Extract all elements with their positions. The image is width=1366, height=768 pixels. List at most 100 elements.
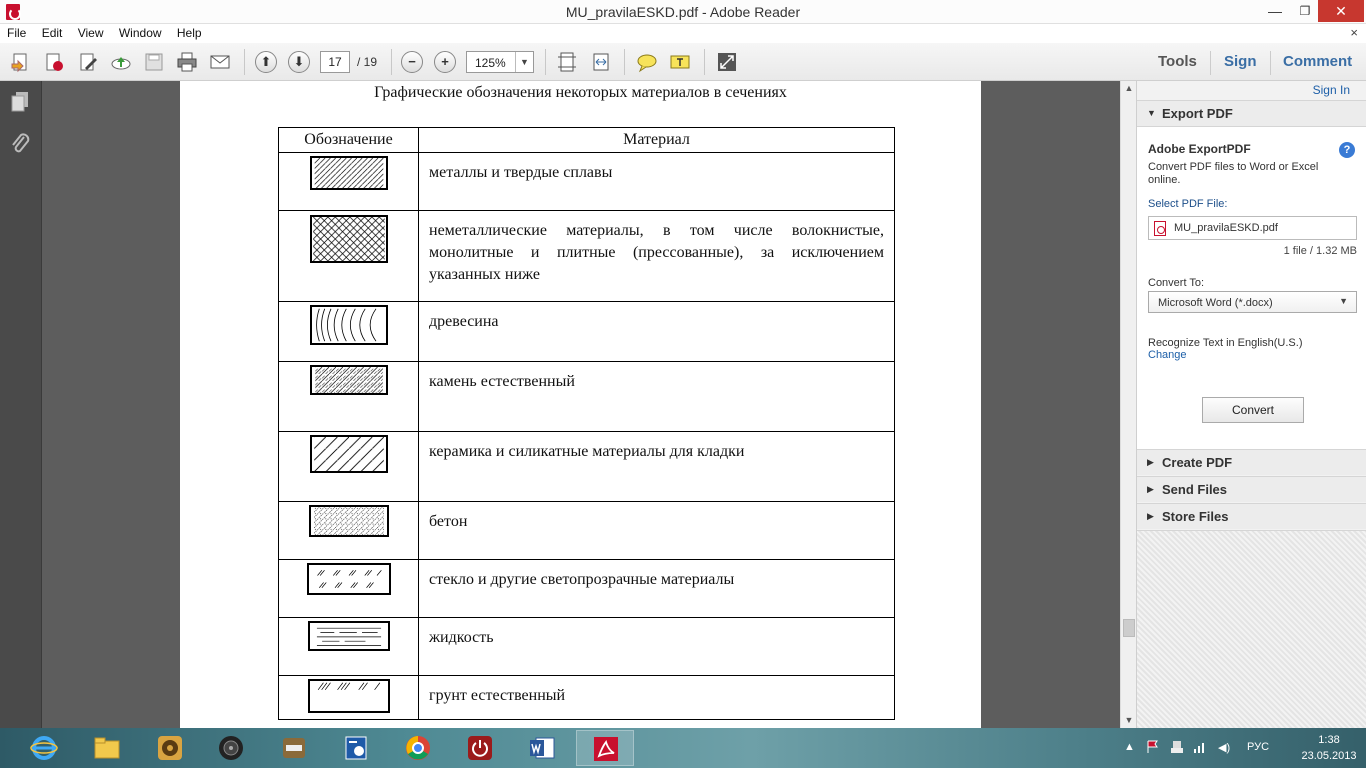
nonmetal-crosshatch-symbol bbox=[309, 215, 388, 263]
sign-pane-button[interactable]: Sign bbox=[1224, 53, 1257, 70]
edit-icon[interactable] bbox=[77, 51, 99, 73]
store-files-header[interactable]: ▶ Store Files bbox=[1137, 503, 1366, 529]
print-icon[interactable] bbox=[176, 51, 198, 73]
sign-in-link[interactable]: Sign In bbox=[1313, 83, 1350, 97]
toolbar-separator bbox=[1270, 51, 1271, 75]
close-document-icon[interactable]: × bbox=[1350, 25, 1358, 40]
menu-help[interactable]: Help bbox=[170, 24, 207, 40]
maximize-button[interactable]: ❐ bbox=[1290, 0, 1320, 22]
zoom-out-button[interactable]: − bbox=[401, 51, 423, 73]
save-icon[interactable] bbox=[143, 51, 165, 73]
selected-file-field[interactable]: MU_pravilaESKD.pdf bbox=[1148, 216, 1357, 240]
media-app-taskbar-button[interactable] bbox=[141, 730, 199, 766]
volume-icon[interactable]: ◀) bbox=[1218, 741, 1230, 754]
symbol-cell bbox=[278, 361, 419, 432]
minimize-button[interactable]: — bbox=[1260, 0, 1290, 22]
input-language[interactable]: РУС bbox=[1247, 741, 1269, 753]
material-cell: металлы и твердые сплавы bbox=[418, 152, 895, 211]
chrome-taskbar-button[interactable] bbox=[389, 730, 447, 766]
menu-window[interactable]: Window bbox=[112, 24, 167, 40]
security-flag-icon[interactable] bbox=[1146, 740, 1160, 754]
previous-page-button[interactable]: ⬆ bbox=[255, 51, 277, 73]
create-pdf-icon[interactable] bbox=[43, 51, 65, 73]
scroll-up-arrow[interactable]: ▲ bbox=[1121, 81, 1137, 95]
zoom-select[interactable]: 125% ▼ bbox=[466, 51, 534, 73]
tools-panel: Sign In ▼ Export PDF Adobe ExportPDF ? C… bbox=[1136, 81, 1366, 728]
scroll-thumb[interactable] bbox=[1123, 619, 1135, 637]
chevron-down-icon: ▼ bbox=[1339, 296, 1348, 306]
scroll-down-arrow[interactable]: ▼ bbox=[1121, 713, 1137, 727]
highlight-text-icon[interactable] bbox=[669, 51, 691, 73]
clock-time[interactable]: 1:38 bbox=[1304, 734, 1354, 746]
next-page-button[interactable]: ⬇ bbox=[288, 51, 310, 73]
network-icon[interactable] bbox=[1193, 740, 1207, 754]
power-app-taskbar-button[interactable] bbox=[451, 730, 509, 766]
wood-symbol bbox=[309, 305, 388, 345]
adobe-reader-icon bbox=[594, 737, 618, 761]
close-button[interactable]: ✕ bbox=[1318, 0, 1364, 22]
internet-explorer-taskbar-button[interactable] bbox=[15, 730, 73, 766]
export-pdf-header[interactable]: ▼ Export PDF bbox=[1137, 100, 1366, 126]
adobe-reader-taskbar-button[interactable] bbox=[576, 730, 634, 766]
zoom-in-button[interactable]: + bbox=[434, 51, 456, 73]
file-explorer-taskbar-button[interactable] bbox=[78, 730, 136, 766]
tray-expand-icon[interactable]: ▲ bbox=[1124, 741, 1135, 753]
collapsed-triangle-icon: ▶ bbox=[1147, 511, 1154, 521]
panel-empty-area bbox=[1137, 530, 1366, 728]
chevron-down-icon[interactable]: ▼ bbox=[515, 52, 533, 72]
menu-view[interactable]: View bbox=[71, 24, 109, 40]
material-cell: неметаллические материалы, в том числе в… bbox=[418, 210, 895, 302]
chrome-icon bbox=[406, 736, 430, 760]
symbol-cell bbox=[278, 501, 419, 560]
doc-app-taskbar-button[interactable] bbox=[265, 730, 323, 766]
gear-window-icon bbox=[345, 736, 367, 760]
title-bar: MU_pravilaESKD.pdf - Adobe Reader — ❐ ✕ bbox=[0, 0, 1366, 24]
convert-to-value: Microsoft Word (*.docx) bbox=[1158, 297, 1273, 309]
word-taskbar-button[interactable] bbox=[513, 730, 571, 766]
attachments-paperclip-icon[interactable] bbox=[10, 133, 30, 155]
settings-app-taskbar-button[interactable] bbox=[327, 730, 385, 766]
page-number-input[interactable]: 17 bbox=[320, 51, 350, 73]
create-pdf-header[interactable]: ▶ Create PDF bbox=[1137, 449, 1366, 475]
document-viewport[interactable]: Графические обозначения некоторых матери… bbox=[42, 81, 1120, 728]
clock-date[interactable]: 23.05.2013 bbox=[1298, 750, 1360, 762]
usb-device-icon[interactable] bbox=[1170, 740, 1184, 754]
comment-pane-button[interactable]: Comment bbox=[1283, 53, 1352, 70]
store-files-label: Store Files bbox=[1162, 509, 1229, 524]
ceramics-symbol bbox=[309, 435, 388, 473]
help-icon[interactable]: ? bbox=[1339, 142, 1355, 158]
symbol-cell bbox=[278, 431, 419, 502]
tools-pane-button[interactable]: Tools bbox=[1158, 53, 1197, 70]
menu-file[interactable]: File bbox=[0, 24, 31, 40]
system-tray: ▲ ◀) РУС 1:38 23.05.2013 bbox=[1120, 728, 1366, 768]
speaker-app-taskbar-button[interactable] bbox=[202, 730, 260, 766]
cloud-upload-icon[interactable] bbox=[110, 51, 132, 73]
send-files-header[interactable]: ▶ Send Files bbox=[1137, 476, 1366, 502]
toolbar-separator bbox=[704, 49, 705, 75]
material-cell: керамика и силикатные материалы для клад… bbox=[418, 431, 895, 502]
symbol-cell bbox=[278, 675, 419, 720]
table-row: бетон bbox=[278, 501, 895, 560]
convert-to-select[interactable]: Microsoft Word (*.docx) ▼ bbox=[1148, 291, 1357, 313]
email-icon[interactable] bbox=[209, 51, 231, 73]
film-reel-icon bbox=[158, 736, 182, 760]
convert-button[interactable]: Convert bbox=[1202, 397, 1304, 423]
navigation-pane bbox=[0, 81, 42, 728]
menu-edit[interactable]: Edit bbox=[35, 24, 68, 40]
internet-explorer-icon bbox=[30, 736, 58, 760]
change-language-link[interactable]: Change bbox=[1148, 349, 1187, 361]
menu-bar: File Edit View Window Help × bbox=[0, 24, 1366, 43]
page-thumbnails-icon[interactable] bbox=[10, 91, 30, 113]
comment-bubble-icon[interactable] bbox=[636, 51, 658, 73]
page-total: / 19 bbox=[357, 55, 378, 69]
material-cell: камень естественный bbox=[418, 361, 895, 432]
toolbar-separator bbox=[624, 49, 625, 75]
create-pdf-label: Create PDF bbox=[1162, 455, 1233, 470]
fit-width-icon[interactable] bbox=[590, 51, 612, 73]
fit-page-icon[interactable] bbox=[556, 51, 578, 73]
full-screen-icon[interactable] bbox=[716, 51, 738, 73]
table-row: неметаллические материалы, в том числе в… bbox=[278, 210, 895, 302]
collapsed-triangle-icon: ▶ bbox=[1147, 457, 1154, 467]
vertical-scrollbar[interactable]: ▲ ▼ bbox=[1120, 81, 1136, 728]
open-file-icon[interactable] bbox=[10, 51, 32, 73]
